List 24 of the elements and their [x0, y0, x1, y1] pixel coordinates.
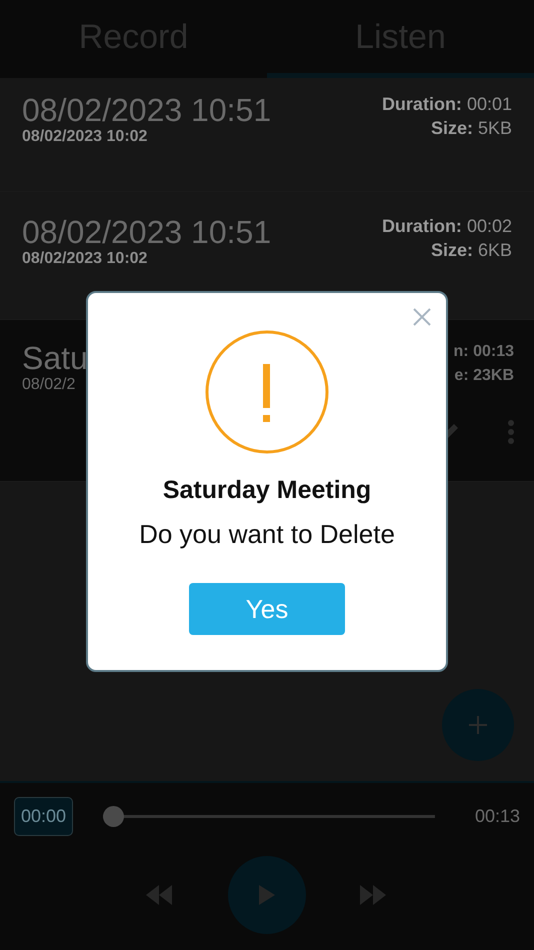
- recording-date: 08/02/2: [22, 376, 76, 394]
- dialog-title: Saturday Meeting: [162, 476, 372, 505]
- current-time: 00:00: [14, 797, 74, 836]
- size-text: Size: 5KB: [430, 117, 512, 140]
- recording-date: 08/02/2023 10:02: [22, 250, 148, 268]
- recording-title: 08/02/2023 10:51: [22, 92, 272, 128]
- recording-date: 08/02/2023 10:02: [22, 128, 148, 146]
- recording-title: 08/02/2023 10:51: [22, 214, 272, 250]
- play-icon: [257, 884, 277, 906]
- total-time: 00:13: [474, 806, 520, 827]
- warning-icon: [205, 330, 329, 454]
- more-icon[interactable]: [508, 420, 514, 444]
- recording-row[interactable]: 08/02/2023 10:51 08/02/2023 10:02 Duration: 00:01 Size: 5KB: [0, 78, 534, 192]
- duration-text: Duration: 00:01: [382, 93, 512, 116]
- yes-button[interactable]: Yes: [189, 583, 345, 635]
- duration-text: n: 00:13: [454, 342, 514, 362]
- close-icon[interactable]: [412, 307, 432, 327]
- slider-thumb[interactable]: [103, 806, 124, 827]
- recording-title: Satu: [22, 340, 88, 376]
- size-text: Size: 6KB: [430, 239, 512, 262]
- dialog-message: Do you want to Delete: [139, 519, 395, 550]
- plus-icon: [466, 713, 490, 737]
- duration-text: Duration: 00:02: [382, 215, 512, 238]
- size-text: e: 23KB: [454, 366, 514, 386]
